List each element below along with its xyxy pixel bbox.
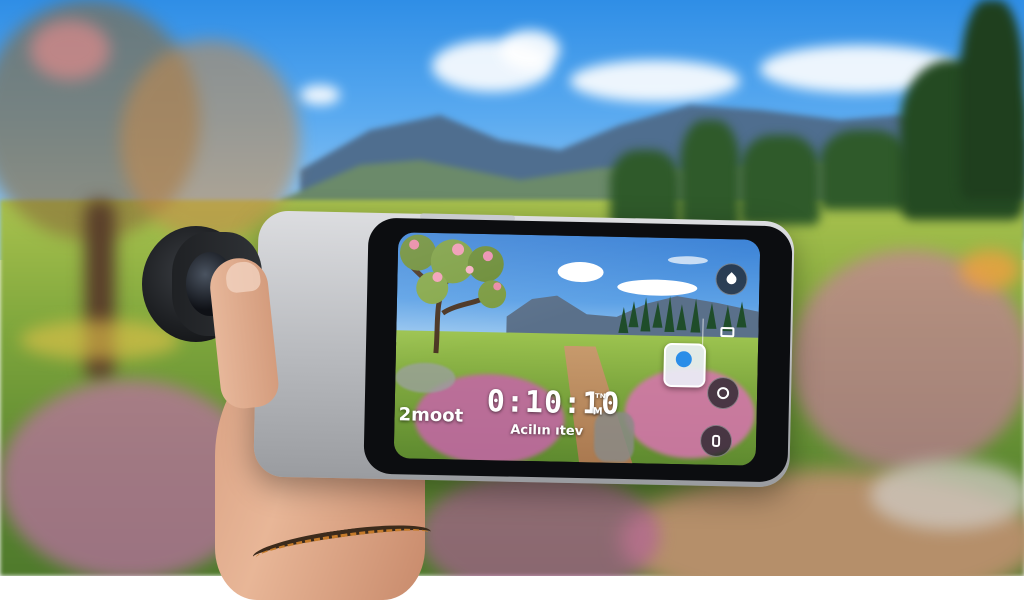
pine-tree (706, 302, 717, 329)
focus-target-button[interactable] (663, 342, 707, 388)
tree (680, 120, 740, 230)
camera-viewfinder[interactable]: 0:10:10 ᵀᴺ M 2moot Acilın ıtev (393, 232, 761, 466)
tree (960, 0, 1024, 200)
blossom-tree (120, 40, 300, 240)
pine-tree (640, 297, 652, 332)
timer-suffix-bottom: M (592, 406, 603, 418)
blossom-tree (30, 20, 110, 80)
face-icon (716, 386, 730, 400)
viewfinder-blossom-tree (399, 234, 507, 354)
camera-icon (711, 434, 721, 448)
tree (820, 130, 910, 210)
pine-tree (628, 301, 640, 328)
pine-tree (664, 295, 676, 333)
pine-tree (736, 301, 748, 328)
sub-label: Acilın ıtev (510, 422, 584, 440)
tree (740, 135, 820, 225)
flowers (960, 250, 1020, 290)
pine-tree (676, 304, 687, 331)
focus-dot-icon (675, 351, 692, 368)
pine-tree (652, 301, 664, 328)
pine-tree (618, 306, 629, 334)
mode-label: 2moot (398, 404, 464, 427)
grid-button[interactable] (720, 327, 736, 341)
drop-icon (724, 272, 739, 287)
rocks (870, 460, 1024, 530)
timer-suffix-top: ᵀᴺ (594, 391, 606, 405)
grid-icon (720, 327, 735, 338)
pine-tree (690, 298, 702, 333)
